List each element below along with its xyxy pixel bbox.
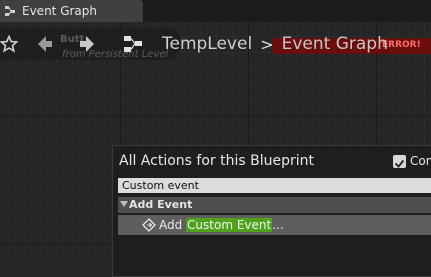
expand-arrow-icon bbox=[120, 201, 128, 207]
event-diamond-icon bbox=[142, 218, 156, 232]
search-match-highlight: Custom Event bbox=[186, 218, 273, 232]
breadcrumb-separator: > bbox=[260, 34, 274, 54]
ghost-persistent-text: from Persistent Level bbox=[62, 49, 169, 60]
action-prefix: Add bbox=[159, 218, 187, 232]
tab-event-graph[interactable]: Event Graph bbox=[0, 0, 143, 22]
category-label: Add Event bbox=[129, 198, 193, 211]
context-sensitive-label: Con bbox=[410, 154, 431, 168]
ghost-button-text: Butt bbox=[60, 34, 85, 45]
breadcrumb-graph: Event Graph bbox=[281, 34, 388, 54]
breadcrumb: TempLevel > Event Graph bbox=[162, 33, 388, 55]
action-search-input[interactable] bbox=[118, 178, 431, 193]
action-menu: All Actions for this Blueprint Con Add E… bbox=[112, 145, 431, 277]
context-sensitive-checkbox[interactable] bbox=[393, 155, 406, 168]
tab-label: Event Graph bbox=[22, 4, 97, 18]
tab-strip: Event Graph bbox=[0, 0, 431, 22]
checkmark-icon bbox=[394, 159, 405, 168]
action-suffix: ... bbox=[272, 218, 284, 232]
graph-tab-icon bbox=[5, 6, 15, 16]
favorite-star-icon[interactable] bbox=[0, 35, 18, 53]
action-add-custom-event[interactable]: Add Custom Event... bbox=[118, 215, 431, 235]
action-label: Add Custom Event... bbox=[159, 218, 284, 232]
menu-header: All Actions for this Blueprint Con bbox=[113, 146, 431, 176]
breadcrumb-level[interactable]: TempLevel bbox=[162, 34, 252, 54]
back-arrow-icon[interactable] bbox=[33, 33, 55, 55]
graph-toolbar: Butt from Persistent Level bbox=[0, 28, 182, 60]
menu-title: All Actions for this Blueprint bbox=[119, 153, 314, 169]
category-add-event[interactable]: Add Event bbox=[118, 197, 431, 213]
